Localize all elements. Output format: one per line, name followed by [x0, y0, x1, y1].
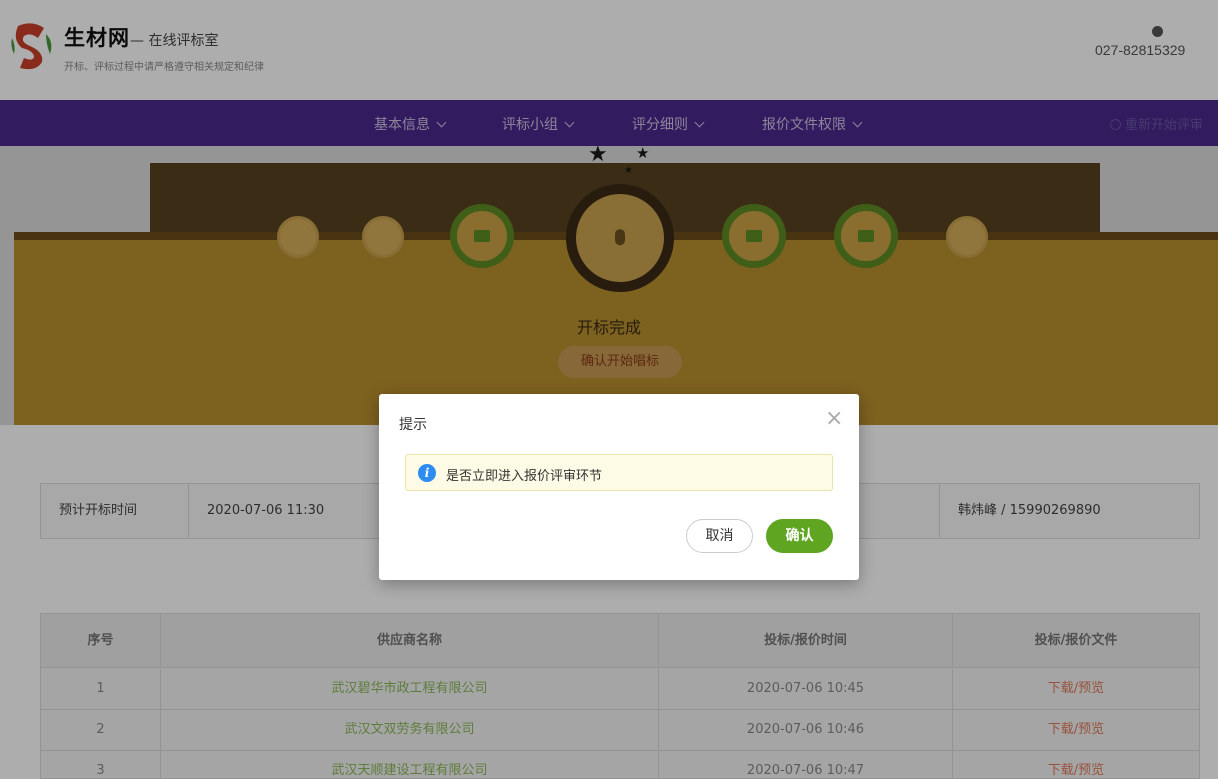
modal-overlay[interactable]: [0, 0, 1218, 779]
dialog-title: 提示: [399, 417, 427, 433]
dialog-message: 是否立即进入报价评审环节: [446, 469, 603, 484]
dialog-message-box: i 是否立即进入报价评审环节: [405, 454, 833, 491]
confirm-dialog: 提示 × i 是否立即进入报价评审环节 取消 确认: [379, 394, 859, 580]
info-icon: i: [418, 464, 436, 482]
close-icon[interactable]: ×: [825, 408, 843, 430]
confirm-button[interactable]: 确认: [766, 519, 833, 553]
cancel-button[interactable]: 取消: [686, 519, 753, 553]
